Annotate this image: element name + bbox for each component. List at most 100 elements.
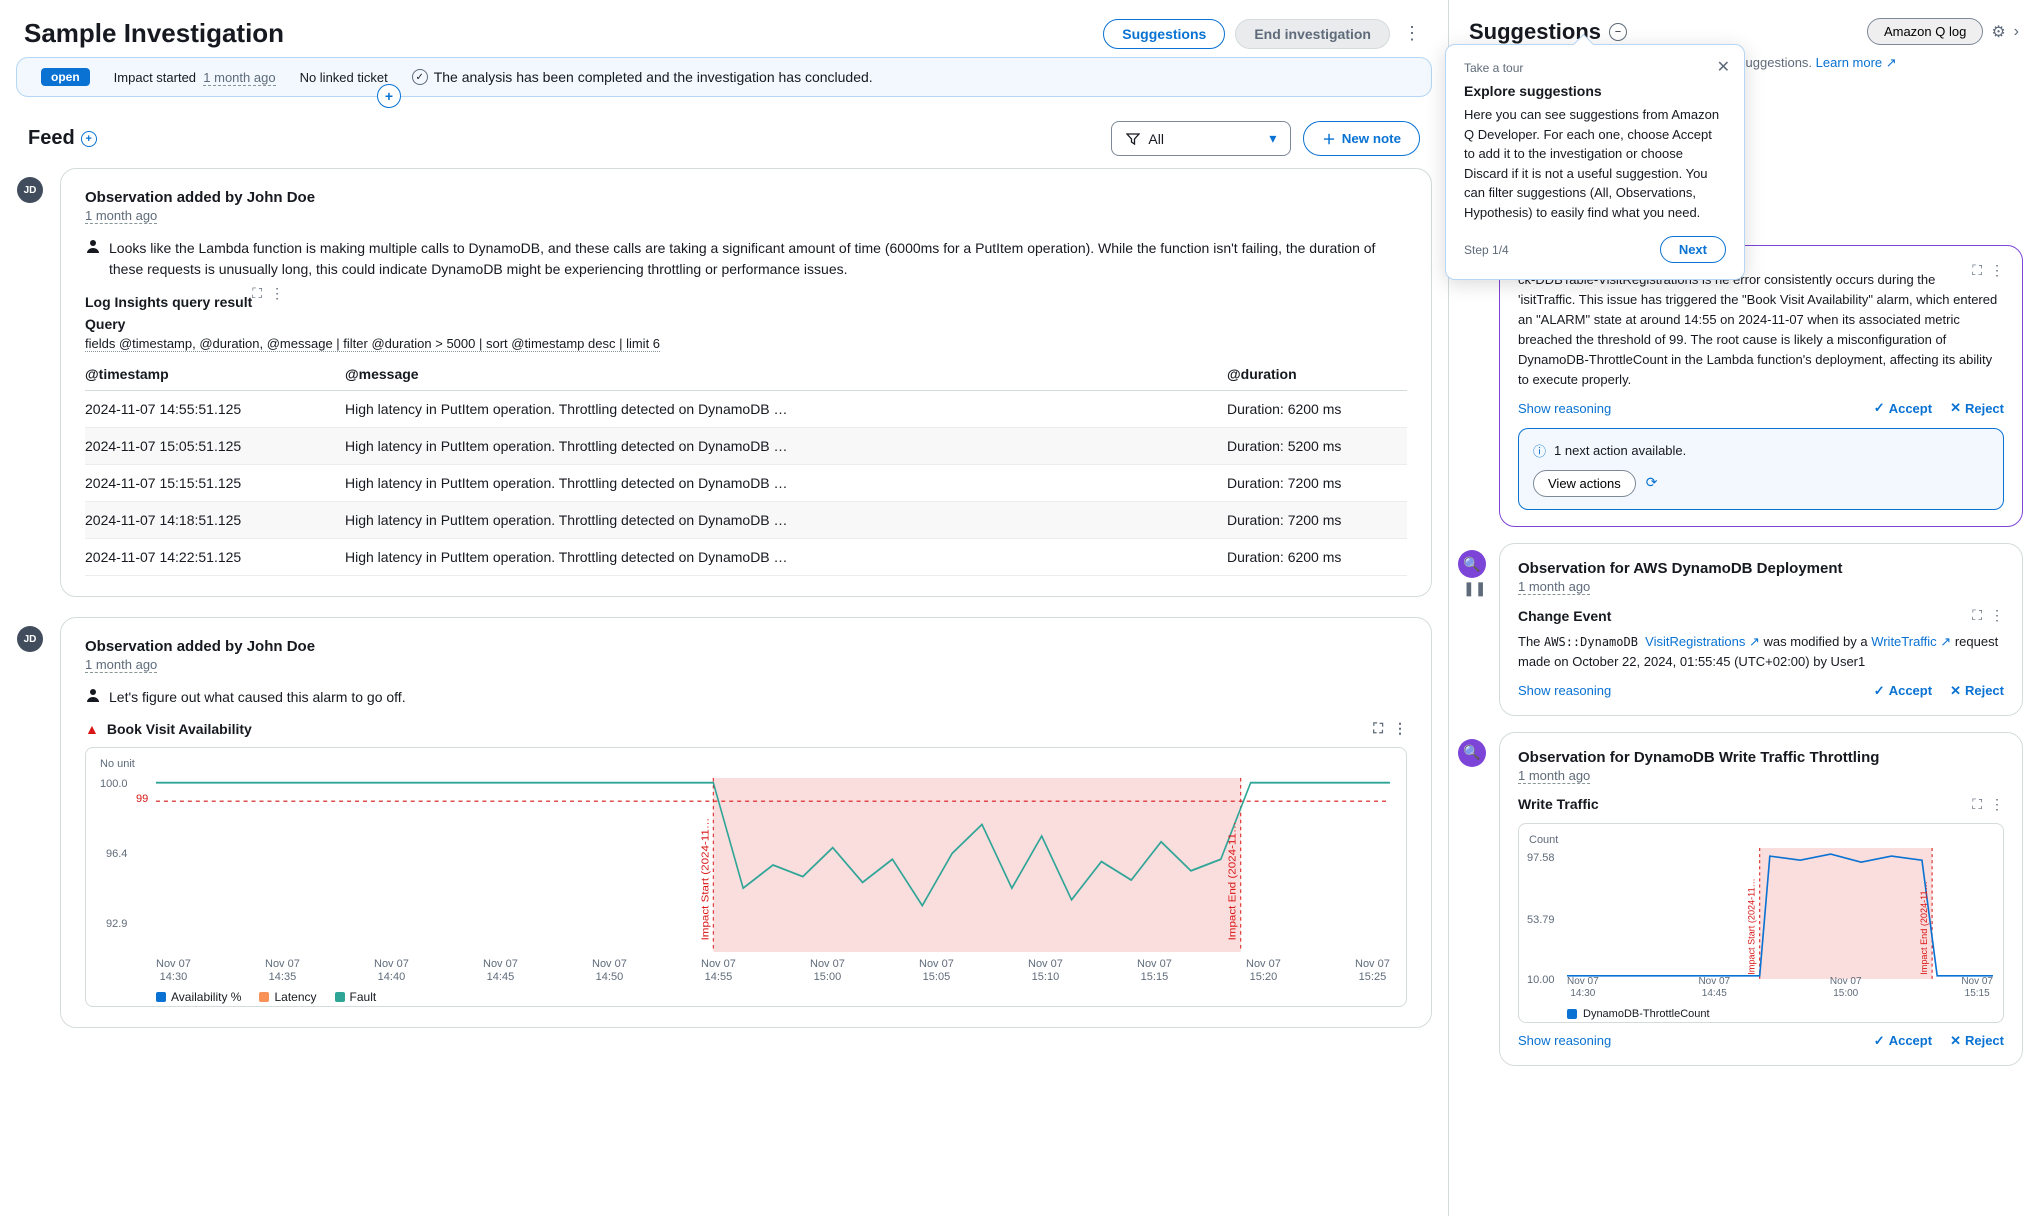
table-row: 2024-11-07 14:18:51.125High latency in P… [85, 502, 1407, 539]
tour-step: Step 1/4 [1464, 243, 1509, 257]
throttle-chart: Count 97.58 53.79 10.00 Impact Start (20… [1518, 823, 2004, 1023]
collapse-icon[interactable]: − [1609, 23, 1627, 41]
expand-icon[interactable]: ⛶ [1972, 262, 1982, 279]
write-traffic-link[interactable]: WriteTraffic ↗ [1871, 634, 1951, 649]
expand-icon[interactable]: ⛶ [1972, 607, 1982, 624]
card-menu-icon[interactable]: ⋮ [270, 285, 284, 302]
table-row: 2024-11-07 14:22:51.125High latency in P… [85, 539, 1407, 576]
suggestion-card: 🔍 Observation for DynamoDB Write Traffic… [1499, 732, 2023, 1066]
filter-icon [1126, 132, 1140, 146]
visit-registrations-link[interactable]: VisitRegistrations ↗ [1645, 634, 1760, 649]
table-row: 2024-11-07 15:15:51.125High latency in P… [85, 465, 1407, 502]
amazon-q-log-button[interactable]: Amazon Q log [1867, 18, 1983, 45]
tour-next-button[interactable]: Next [1660, 236, 1726, 263]
header-menu-icon[interactable]: ⋮ [1400, 22, 1424, 46]
impact-label: Impact started [114, 70, 196, 85]
reject-button[interactable]: ✕ Reject [1950, 400, 2004, 416]
legend-throttle: DynamoDB-ThrottleCount [1583, 1008, 1710, 1020]
card-title: Observation added by John Doe [85, 638, 1407, 655]
svg-text:Impact End (2024-11…: Impact End (2024-11… [1227, 821, 1238, 940]
gear-icon[interactable]: ⚙ [1991, 22, 2005, 42]
view-actions-button[interactable]: View actions [1533, 470, 1636, 497]
alarm-name: Book Visit Availability [107, 721, 252, 737]
card-menu-icon[interactable]: ⋮ [1393, 720, 1407, 737]
feed-heading: Feed+ [28, 127, 97, 150]
chevron-right-icon[interactable]: › [2014, 23, 2019, 41]
show-reasoning-link[interactable]: Show reasoning [1518, 683, 1611, 698]
card-title: Observation added by John Doe [85, 189, 1407, 206]
info-bar: open Impact started 1 month ago No linke… [16, 57, 1432, 97]
card-timestamp: 1 month ago [85, 208, 157, 224]
svg-text:Impact End (2024-11…: Impact End (2024-11… [1919, 881, 1929, 975]
feed-add-icon[interactable]: + [81, 131, 97, 147]
write-traffic-heading: Write Traffic [1518, 796, 1599, 812]
show-reasoning-link[interactable]: Show reasoning [1518, 1033, 1611, 1048]
refresh-icon[interactable]: ⟳ [1646, 474, 1658, 491]
plus-icon: ＋ [1322, 129, 1335, 148]
status-badge: open [41, 68, 90, 86]
check-circle-icon: ✓ [412, 69, 428, 85]
suggestion-title: Observation for DynamoDB Write Traffic T… [1518, 749, 2004, 766]
log-result-heading: Log Insights query result [85, 294, 252, 310]
info-icon: ⓘ [1533, 441, 1546, 460]
observation-body: Let's figure out what caused this alarm … [109, 687, 406, 708]
legend-availability: Availability % [171, 990, 241, 1004]
page-title: Sample Investigation [24, 18, 284, 49]
impact-value: 1 month ago [203, 70, 275, 86]
reject-button[interactable]: ✕ Reject [1950, 683, 2004, 699]
accept-button[interactable]: ✓ Accept [1874, 400, 1932, 416]
change-event-body: The AWS::DynamoDB VisitRegistrations ↗ w… [1518, 632, 2004, 672]
card-menu-icon[interactable]: ⋮ [1990, 796, 2004, 813]
card-timestamp: 1 month ago [85, 657, 157, 673]
availability-chart: No unit 100.0 99 96.4 92.9 Impact Start … [85, 747, 1407, 1007]
add-circle-icon[interactable]: + [377, 84, 401, 108]
observation-card: JD Observation added by John Doe 1 month… [60, 168, 1432, 597]
expand-icon[interactable]: ⛶ [1373, 720, 1383, 737]
svg-text:Impact Start (2024-11…: Impact Start (2024-11… [1747, 878, 1757, 975]
card-menu-icon[interactable]: ⋮ [1990, 607, 2004, 624]
tour-heading: Explore suggestions [1464, 83, 1726, 99]
hypothesis-card: ⛶ ⋮ ck-DDBTable-VisitRegistrations is he… [1499, 245, 2023, 528]
ticket-link[interactable]: No linked ticket [300, 70, 388, 85]
chart-unit: No unit [100, 758, 1392, 770]
warning-icon: ▲ [85, 721, 99, 737]
change-event-heading: Change Event [1518, 608, 1611, 624]
observation-body: Looks like the Lambda function is making… [109, 238, 1407, 280]
suggestion-timestamp: 1 month ago [1518, 768, 1590, 784]
table-row: 2024-11-07 14:55:51.125High latency in P… [85, 391, 1407, 428]
card-menu-icon[interactable]: ⋮ [1990, 262, 2004, 279]
conclusion-text: The analysis has been completed and the … [434, 69, 873, 85]
show-reasoning-link[interactable]: Show reasoning [1518, 401, 1611, 416]
expand-icon[interactable]: ⛶ [1972, 796, 1982, 813]
accept-button[interactable]: ✓ Accept [1874, 1033, 1932, 1049]
legend-latency: Latency [274, 990, 316, 1004]
suggestions-button[interactable]: Suggestions [1103, 19, 1225, 49]
svg-text:Impact Start (2024-11…: Impact Start (2024-11… [700, 818, 711, 941]
suggestion-title: Observation for AWS DynamoDB Deployment [1518, 560, 2004, 577]
suggestion-timestamp: 1 month ago [1518, 579, 1590, 595]
user-icon [85, 687, 101, 708]
learn-more-link[interactable]: Learn more ↗ [1816, 55, 1897, 70]
pause-icon[interactable]: ❚❚ [1463, 580, 1486, 597]
avatar: JD [17, 177, 43, 203]
observation-card: JD Observation added by John Doe 1 month… [60, 617, 1432, 1028]
suggestion-card: 🔍 Observation for AWS DynamoDB Deploymen… [1499, 543, 2023, 715]
close-icon[interactable]: ✕ [1717, 57, 1730, 77]
query-string: fields @timestamp, @duration, @message |… [85, 336, 660, 352]
tour-label: Take a tour [1464, 61, 1726, 75]
query-label: Query [85, 316, 1407, 332]
user-icon [85, 238, 101, 280]
search-icon: 🔍 [1458, 739, 1486, 767]
accept-button[interactable]: ✓ Accept [1874, 683, 1932, 699]
search-icon: 🔍 [1458, 550, 1486, 578]
hypothesis-body: ck-DDBTable-VisitRegistrations is he err… [1518, 270, 2004, 391]
table-header: @timestamp @message @duration [85, 366, 1407, 391]
end-investigation-button[interactable]: End investigation [1235, 19, 1390, 49]
next-action-box: ⓘ1 next action available. View actions ⟳ [1518, 428, 2004, 510]
avatar: JD [17, 626, 43, 652]
new-note-button[interactable]: ＋New note [1303, 121, 1420, 156]
feed-filter-select[interactable]: All▾ [1111, 121, 1291, 156]
tour-body: Here you can see suggestions from Amazon… [1464, 105, 1726, 222]
reject-button[interactable]: ✕ Reject [1950, 1033, 2004, 1049]
expand-icon[interactable]: ⛶ [252, 285, 262, 302]
